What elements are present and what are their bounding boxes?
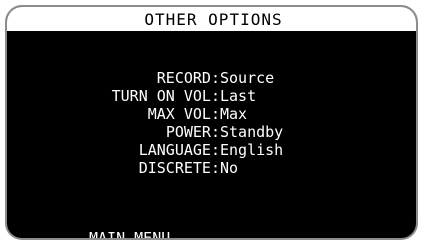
screen-title: OTHER OPTIONS [7, 7, 416, 31]
option-label: MAX VOL: [147, 105, 220, 123]
option-label: POWER: [165, 123, 220, 141]
option-discrete[interactable]: DISCRETE: No [7, 159, 416, 177]
option-turn-on-vol[interactable]: TURN ON VOL: Last [7, 87, 416, 105]
option-value: Last [220, 87, 257, 105]
option-max-vol[interactable]: MAX VOL: Max [7, 105, 416, 123]
option-label: TURN ON VOL: [111, 87, 220, 105]
option-label: RECORD: [156, 69, 220, 87]
main-menu-item[interactable]: MAIN MENU [89, 229, 170, 238]
option-value: Source [220, 69, 275, 87]
option-label: DISCRETE: [138, 159, 220, 177]
option-label: LANGUAGE: [138, 141, 220, 159]
option-record[interactable]: RECORD: Source [7, 69, 416, 87]
option-power[interactable]: POWER: Standby [7, 123, 416, 141]
option-value: Max [220, 105, 248, 123]
option-value: No [220, 159, 239, 177]
osd-screen: OTHER OPTIONS RECORD: Source TURN ON VOL:… [5, 5, 418, 240]
option-language[interactable]: LANGUAGE: English [7, 141, 416, 159]
options-list: RECORD: Source TURN ON VOL: Last MAX VOL: M… [7, 69, 416, 177]
option-value: English [220, 141, 284, 159]
option-value: Standby [220, 123, 284, 141]
